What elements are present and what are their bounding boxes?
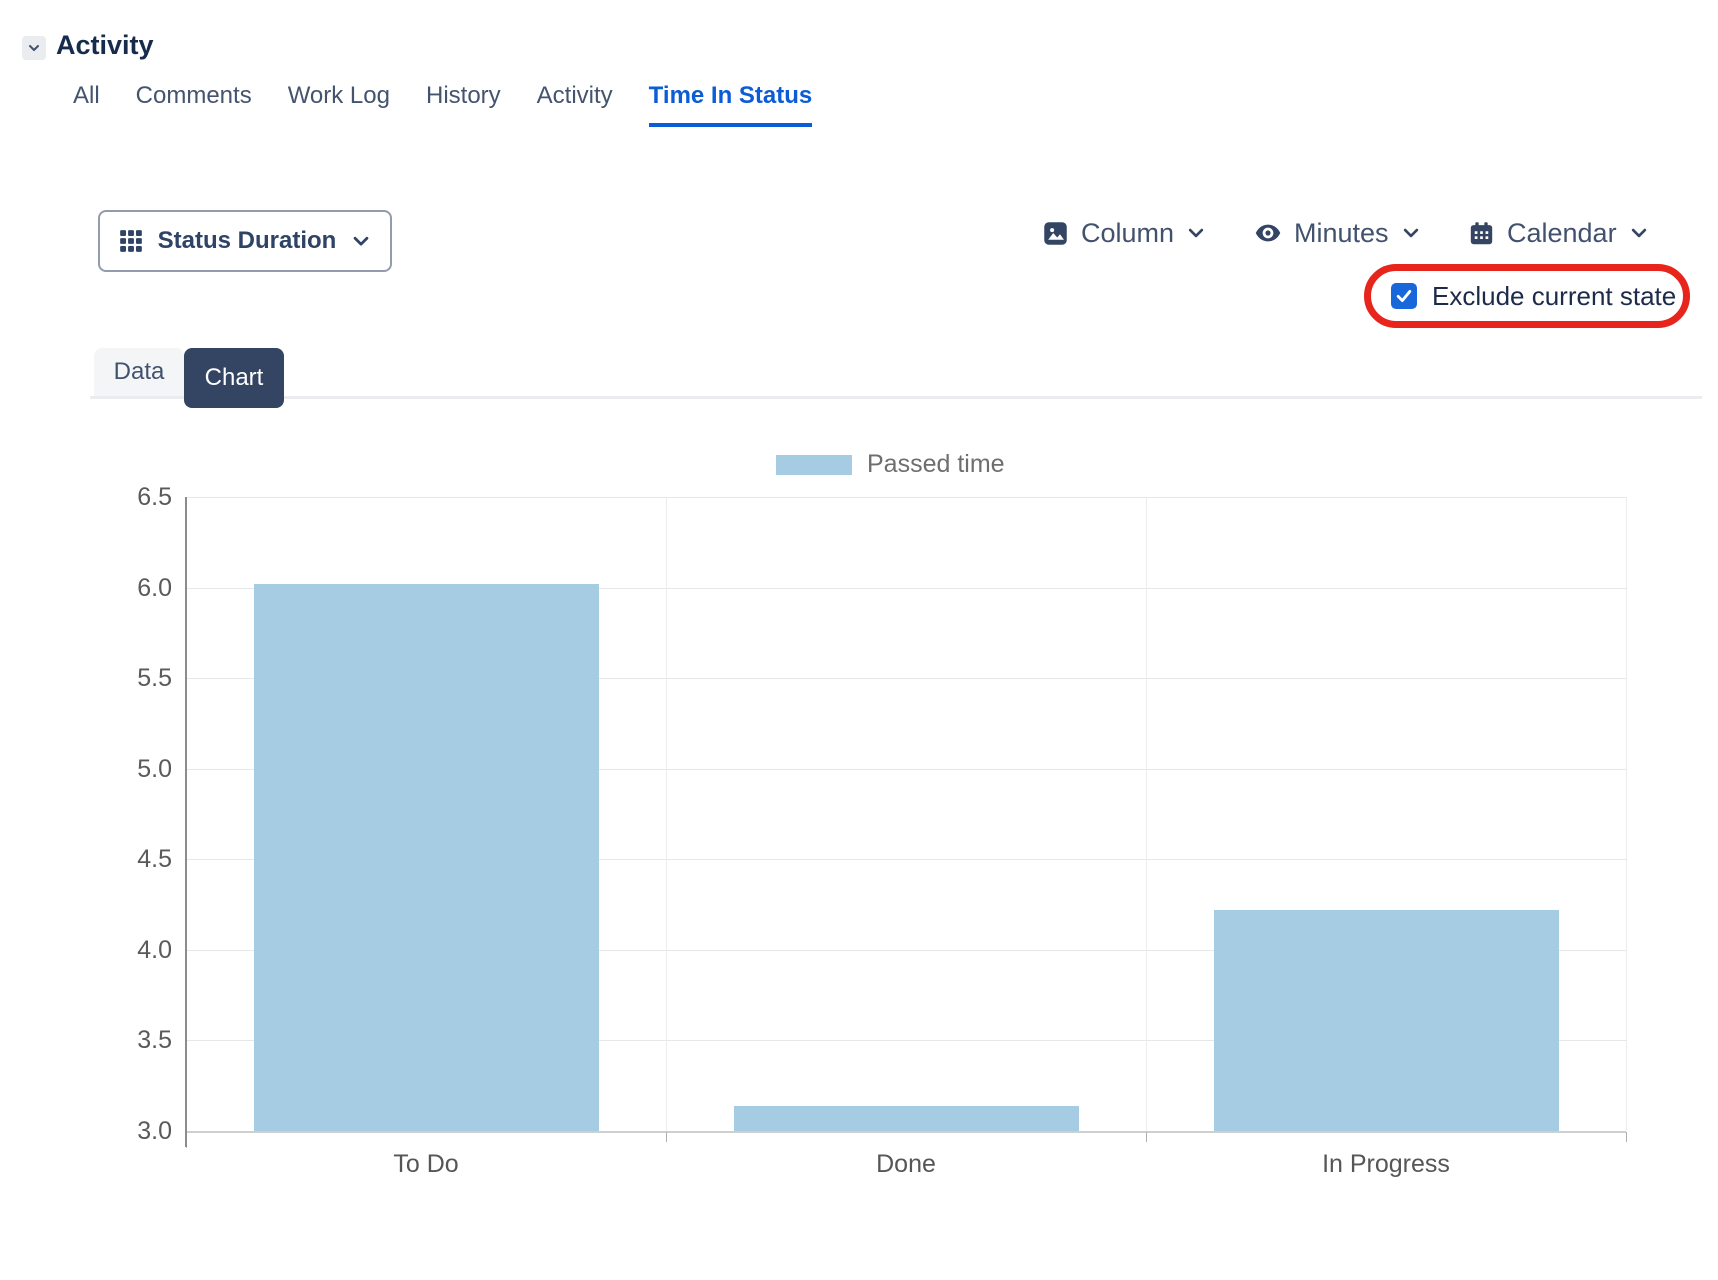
legend-label: Passed time (867, 450, 1005, 479)
x-category-label: To Do (266, 1150, 586, 1179)
tab-work-log[interactable]: Work Log (288, 82, 390, 127)
y-tick-label: 5.5 (102, 664, 172, 693)
minutes-dropdown[interactable]: Minutes (1254, 214, 1421, 252)
time-in-status-panel: Activity All Comments Work Log History A… (0, 0, 1718, 1280)
column-dropdown[interactable]: Column (1042, 214, 1206, 252)
chart-legend[interactable]: Passed time (776, 450, 1005, 479)
chevron-down-icon (350, 230, 372, 252)
collapse-activity-button[interactable] (22, 36, 46, 60)
chevron-down-icon (1401, 223, 1421, 243)
y-tick-label: 6.5 (102, 483, 172, 512)
chevron-down-icon (1629, 223, 1649, 243)
category-boundary-line (1626, 497, 1627, 1131)
y-tick-label: 4.0 (102, 936, 172, 965)
x-axis-tick (666, 1132, 667, 1142)
x-category-label: In Progress (1226, 1150, 1546, 1179)
tab-all[interactable]: All (73, 82, 100, 127)
exclude-current-state-checkbox[interactable] (1391, 283, 1417, 309)
x-category-label: Done (746, 1150, 1066, 1179)
checkmark-icon (1394, 286, 1414, 306)
toggle-data-tab[interactable]: Data (94, 348, 184, 396)
bar-done[interactable] (734, 1106, 1079, 1131)
toggle-divider (90, 396, 1702, 399)
tab-comments[interactable]: Comments (136, 82, 252, 127)
toggle-chart-tab[interactable]: Chart (184, 348, 284, 408)
y-axis-line (185, 497, 187, 1147)
category-boundary-line (666, 497, 667, 1131)
grid-icon (118, 228, 144, 254)
chart-type-image-icon (1042, 220, 1069, 247)
column-label: Column (1081, 218, 1174, 249)
calendar-label: Calendar (1507, 218, 1617, 249)
bar-to-do[interactable] (254, 584, 599, 1131)
x-axis-tick (1146, 1132, 1147, 1142)
chevron-down-icon (26, 40, 42, 56)
y-tick-label: 3.0 (102, 1117, 172, 1146)
tab-time-in-status[interactable]: Time In Status (649, 82, 813, 127)
legend-swatch (776, 455, 852, 475)
category-boundary-line (1146, 497, 1147, 1131)
y-tick-label: 3.5 (102, 1026, 172, 1055)
bar-in-progress[interactable] (1214, 910, 1559, 1131)
eye-icon (1254, 219, 1282, 247)
red-annotation-highlight: Exclude current state (1364, 264, 1690, 328)
gridline-6.5 (186, 497, 1626, 498)
calendar-icon (1468, 220, 1495, 247)
tab-history[interactable]: History (426, 82, 501, 127)
activity-tabbar: All Comments Work Log History Activity T… (73, 82, 812, 127)
calendar-dropdown[interactable]: Calendar (1468, 214, 1649, 252)
chevron-down-icon (1186, 223, 1206, 243)
panel-title: Activity (56, 30, 154, 61)
y-tick-label: 6.0 (102, 574, 172, 603)
y-tick-label: 5.0 (102, 755, 172, 784)
exclude-current-state-label: Exclude current state (1432, 281, 1676, 312)
gridline-3.0 (186, 1131, 1626, 1133)
minutes-label: Minutes (1294, 218, 1389, 249)
status-duration-dropdown[interactable]: Status Duration (98, 210, 392, 272)
status-duration-label: Status Duration (158, 227, 337, 255)
x-axis-tick (1626, 1132, 1627, 1142)
tab-activity[interactable]: Activity (537, 82, 613, 127)
y-tick-label: 4.5 (102, 845, 172, 874)
